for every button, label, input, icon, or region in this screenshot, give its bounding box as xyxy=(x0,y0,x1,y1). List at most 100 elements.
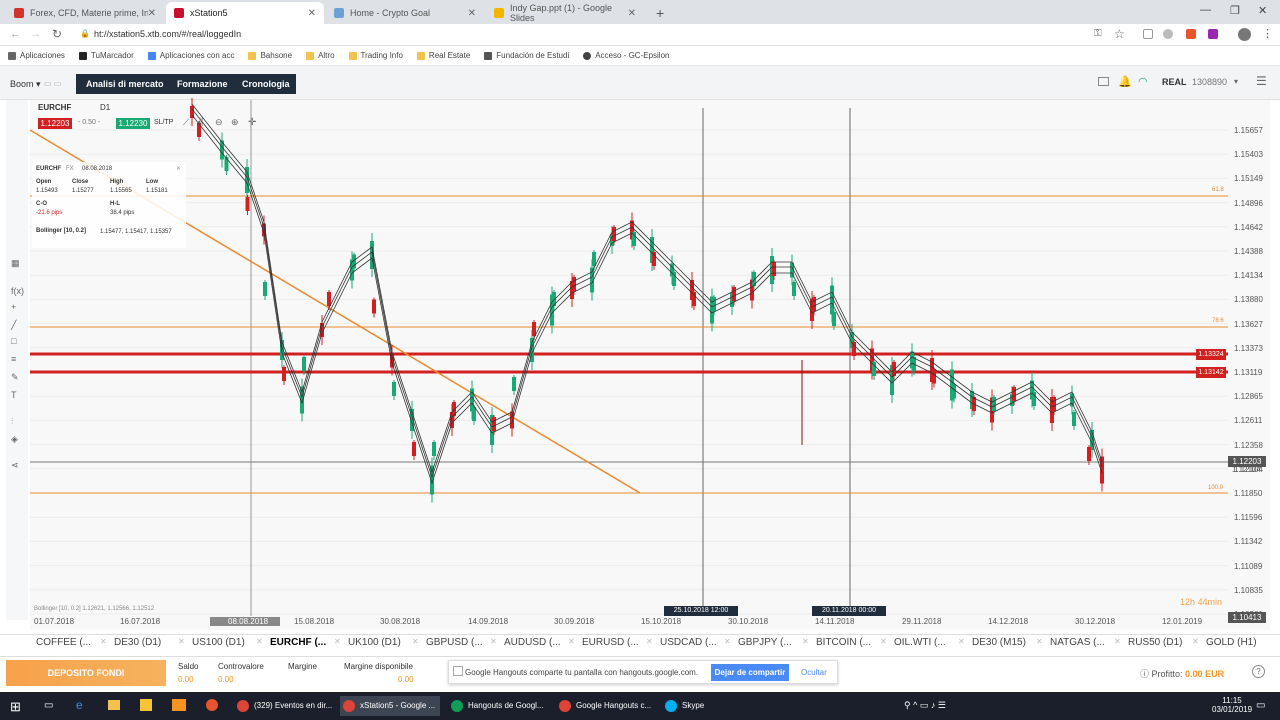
date-tick: 15.08.2018 xyxy=(294,617,335,626)
chart-timeframe[interactable]: D1 xyxy=(100,103,110,112)
price-tick: 1.12611 xyxy=(1234,416,1263,426)
buy-button[interactable]: 1.12230 xyxy=(116,118,150,129)
close-infobox-icon[interactable]: ✕ xyxy=(176,165,181,172)
hide-button[interactable]: Ocultar xyxy=(801,668,827,677)
close-tab-icon[interactable]: ✕ xyxy=(802,637,809,646)
close-tab-icon[interactable]: ✕ xyxy=(646,637,653,646)
close-tab-icon[interactable]: ✕ xyxy=(958,637,965,646)
close-tab-icon[interactable]: ✕ xyxy=(100,637,107,646)
candle-body xyxy=(392,382,396,396)
low-price-flag: 1.10413 xyxy=(1228,612,1266,623)
candle-countdown: 12h 44min xyxy=(1180,597,1223,607)
price-chart[interactable] xyxy=(0,0,1280,720)
spread-value: - 0.50 - xyxy=(78,119,101,126)
close-tab-icon[interactable]: ✕ xyxy=(334,637,341,646)
instrument-tab[interactable]: COFFEE (... xyxy=(36,637,91,648)
taskbar-chrome-hangouts[interactable]: Google Hangouts c... xyxy=(556,696,656,716)
file-explorer-icon[interactable] xyxy=(108,700,120,710)
stop-sharing-button[interactable]: Dejar de compartir xyxy=(711,664,789,681)
price-tick: 1.13880 xyxy=(1234,295,1263,305)
instrument-tab[interactable]: EURCHF (... xyxy=(270,637,326,648)
candle-body xyxy=(302,357,306,371)
price-tick: 1.11089 xyxy=(1234,561,1263,571)
system-tray-icons[interactable]: ⚲ ^ ▭ ♪ ☰ xyxy=(904,700,946,711)
sltp-button[interactable]: SL/TP xyxy=(154,119,173,126)
instrument-tab[interactable]: OIL.WTI (... xyxy=(894,637,946,648)
instrument-tab[interactable]: RUS50 (D1) xyxy=(1128,637,1182,648)
candle-body xyxy=(952,384,956,399)
candle-body xyxy=(412,442,416,456)
taskbar-chrome-xstation[interactable]: xStation5 - Google ... xyxy=(340,696,440,716)
date-tick: 12.01.2019 xyxy=(1162,617,1203,626)
trend-icon[interactable]: ⟋ xyxy=(183,117,189,128)
price-tick: 1.14642 xyxy=(1234,222,1263,232)
instrument-tab[interactable]: AUDUSD (... xyxy=(504,637,561,648)
instrument-tab[interactable]: EURUSD (... xyxy=(582,637,639,648)
close-tab-icon[interactable]: ✕ xyxy=(1192,637,1199,646)
candle-body xyxy=(282,367,286,381)
help-icon[interactable]: ? xyxy=(1252,665,1265,678)
close-tab-icon[interactable]: ✕ xyxy=(412,637,419,646)
windows-start-icon[interactable]: ⊞ xyxy=(10,699,21,715)
candle-body xyxy=(432,442,436,456)
edge-icon[interactable]: e xyxy=(76,698,83,712)
close-tab-icon[interactable]: ✕ xyxy=(880,637,887,646)
instrument-tab[interactable]: GBPUSD (... xyxy=(426,637,483,648)
close-tab-icon[interactable]: ✕ xyxy=(256,637,263,646)
instrument-tab[interactable]: DE30 (D1) xyxy=(114,637,161,648)
close-tab-icon[interactable]: ✕ xyxy=(568,637,575,646)
instrument-tab[interactable]: DE30 (M15) xyxy=(972,637,1026,648)
taskbar-chrome-events[interactable]: (329) Eventos en dir... xyxy=(234,696,334,716)
close-tab-icon[interactable]: ✕ xyxy=(178,637,185,646)
candle-body xyxy=(512,377,516,391)
candle-body xyxy=(1072,412,1076,426)
price-tick: 1.12865 xyxy=(1234,392,1263,402)
store-icon[interactable] xyxy=(140,699,152,711)
price-tick: 1.13627 xyxy=(1234,319,1263,329)
price-tick: 1.14388 xyxy=(1234,247,1263,256)
candles-icon[interactable]: ⫼ xyxy=(199,117,203,128)
clock[interactable]: 11:15 03/01/2019 xyxy=(1212,696,1252,714)
fib-label: 61.8 xyxy=(1212,187,1224,193)
date-tick: 30.08.2018 xyxy=(380,617,421,626)
candle-body xyxy=(224,157,229,171)
close-tab-icon[interactable]: ✕ xyxy=(1114,637,1121,646)
close-tab-icon[interactable]: ✕ xyxy=(490,637,497,646)
fib-label: 100.0 xyxy=(1208,485,1224,491)
deposit-button[interactable]: DEPOSITO FONDI xyxy=(6,660,166,686)
zoom-in-icon[interactable]: ⊕ xyxy=(231,117,239,128)
zoom-out-icon[interactable]: ⊖ xyxy=(215,117,223,128)
chart-symbol[interactable]: EURCHF xyxy=(38,103,71,112)
instrument-tab[interactable]: GOLD (H1) xyxy=(1206,637,1257,648)
level-flag: 1.13142 xyxy=(1196,367,1226,378)
notification-icon[interactable]: ▭ xyxy=(1256,700,1265,711)
instrument-tab[interactable]: UK100 (D1) xyxy=(348,637,401,648)
date-tick: 08.08.2018 xyxy=(210,617,281,626)
instrument-tab[interactable]: USDCAD (... xyxy=(660,637,717,648)
app-icon[interactable] xyxy=(172,699,186,711)
close-tab-icon[interactable]: ✕ xyxy=(1036,637,1043,646)
candle-body xyxy=(472,407,476,421)
instrument-tab[interactable]: NATGAS (... xyxy=(1050,637,1105,648)
crosshair-icon[interactable]: ✛ xyxy=(248,117,256,128)
instrument-tab[interactable]: BITCOIN (... xyxy=(816,637,871,648)
date-tick: 16.07.2018 xyxy=(120,617,161,626)
chrome-icon xyxy=(237,700,249,712)
task-view-icon[interactable]: ▭ xyxy=(44,700,53,711)
drag-handle-icon[interactable] xyxy=(453,666,463,676)
candle-body xyxy=(792,282,796,296)
sell-button[interactable]: 1.12203 xyxy=(38,118,72,129)
app-icon[interactable] xyxy=(206,699,218,711)
price-tick: 1.14134 xyxy=(1234,271,1263,281)
price-tick: 1.13119 xyxy=(1234,368,1263,377)
date-tick: 29.11.2018 xyxy=(902,617,942,626)
close-tab-icon[interactable]: ✕ xyxy=(724,637,731,646)
price-tick: 1.11850 xyxy=(1234,489,1263,498)
cursor-date-label: 25.10.2018 12:00 xyxy=(664,606,738,616)
taskbar-hangouts[interactable]: Hangouts de Googl... xyxy=(448,696,548,716)
instrument-tab[interactable]: US100 (D1) xyxy=(192,637,245,648)
instrument-tab[interactable]: GBPJPY (... xyxy=(738,637,792,648)
taskbar-skype[interactable]: Skype xyxy=(662,696,732,716)
candle-body xyxy=(1012,387,1016,401)
candle-body xyxy=(245,197,250,211)
